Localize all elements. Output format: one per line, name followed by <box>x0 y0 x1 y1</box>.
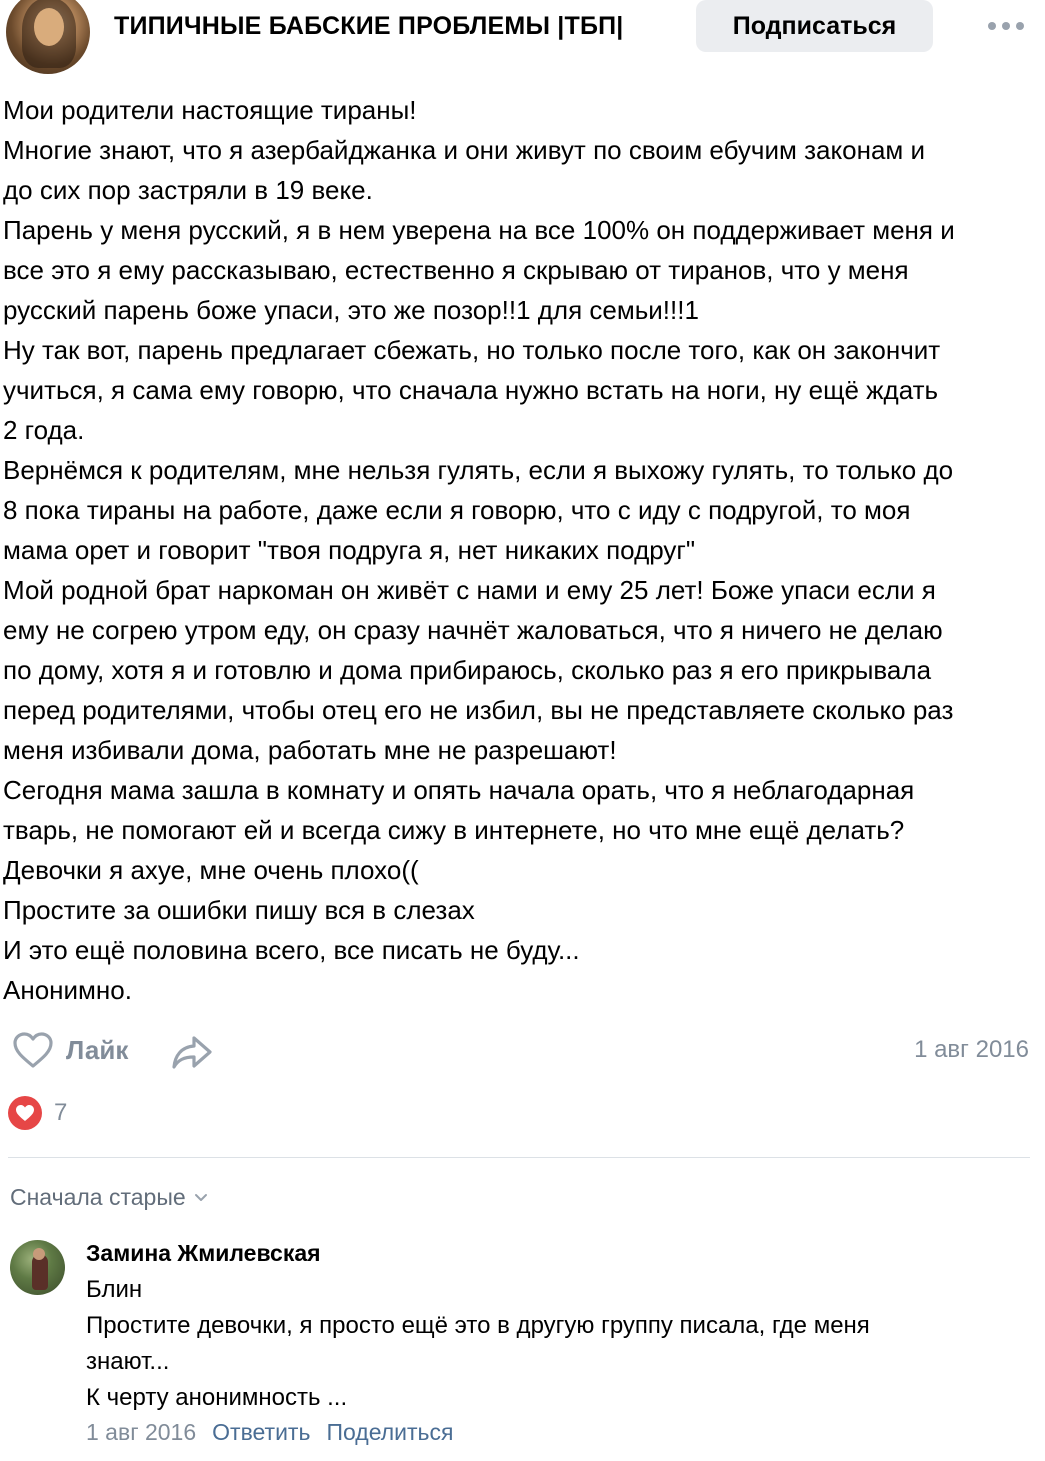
share-link[interactable]: Поделиться <box>326 1419 453 1446</box>
comment-footer: 1 авг 2016 Ответить Поделиться <box>86 1419 453 1446</box>
post-line: до сих пор застряли в 19 веке. <box>3 175 373 205</box>
avatar-head <box>33 1248 45 1260</box>
post-line: Мой родной брат наркоман он живёт с нами… <box>3 575 936 605</box>
comment-line: Блин <box>86 1276 143 1303</box>
heart-filled-icon <box>8 1096 42 1130</box>
post-line: 2 года. <box>3 415 85 445</box>
post-line: Парень у меня русский, я в нем уверена н… <box>3 215 955 245</box>
post-text: Мои родители настоящие тираны! Многие зн… <box>3 90 1043 1010</box>
post-line: мама орет и говорит "твоя подруга я, нет… <box>3 535 696 565</box>
like-button[interactable]: Лайк <box>12 1028 128 1072</box>
post-line: перед родителями, чтобы отец его не изби… <box>3 695 954 725</box>
chevron-down-icon <box>194 1193 207 1201</box>
post-line: Ну так вот, парень предлагает сбежать, н… <box>3 335 941 365</box>
post-line: Мои родители настоящие тираны! <box>3 95 417 125</box>
post-line: Вернёмся к родителям, мне нельзя гулять,… <box>3 455 954 485</box>
group-title[interactable]: ТИПИЧНЫЕ БАБСКИЕ ПРОБЛЕМЫ |ТБП| <box>114 12 623 41</box>
comment-date[interactable]: 1 авг 2016 <box>86 1419 196 1446</box>
post-line: Анонимно. <box>3 975 132 1005</box>
reply-link[interactable]: Ответить <box>212 1419 310 1446</box>
share-arrow-icon <box>172 1036 212 1069</box>
post-line: русский парень боже упаси, это же позор!… <box>3 295 699 325</box>
post-line: меня избивали дома, работать мне не разр… <box>3 735 617 765</box>
post-line: ему не согрею утром еду, он сразу начнёт… <box>3 615 943 645</box>
post-line: тварь, не помогают ей и всегда сижу в ин… <box>3 815 905 845</box>
comment-line: знают... <box>86 1348 170 1375</box>
share-button[interactable] <box>170 1032 214 1072</box>
post-line: Девочки я ахуе, мне очень плохо(( <box>3 855 419 885</box>
divider <box>8 1157 1030 1158</box>
more-dots-icon[interactable] <box>988 16 1024 36</box>
post-line: Сегодня мама зашла в комнату и опять нач… <box>3 775 915 805</box>
post-date[interactable]: 1 авг 2016 <box>914 1036 1029 1064</box>
comment-avatar[interactable] <box>10 1240 65 1295</box>
avatar-face <box>34 8 64 46</box>
comment-line: Простите девочки, я просто ещё это в дру… <box>86 1312 870 1339</box>
heart-outline-icon <box>13 1032 53 1068</box>
post-line: все это я ему рассказываю, естественно я… <box>3 255 909 285</box>
post-line: Простите за ошибки пишу вся в слезах <box>3 895 475 925</box>
post-line: по дому, хотя я и готовлю и дома прибира… <box>3 655 932 685</box>
post-line: 8 пока тираны на работе, даже если я гов… <box>3 495 911 525</box>
sort-label: Сначала старые <box>10 1184 186 1210</box>
subscribe-button[interactable]: Подписаться <box>696 0 933 52</box>
comment-line: К черту анонимность ... <box>86 1384 348 1411</box>
group-avatar[interactable] <box>6 0 90 74</box>
likes-count: 7 <box>54 1099 68 1126</box>
comment-author[interactable]: Замина Жмилевская <box>86 1240 321 1267</box>
comments-sort-dropdown[interactable]: Сначала старые <box>10 1184 208 1211</box>
post-line: Многие знают, что я азербайджанка и они … <box>3 135 926 165</box>
post-line: И это ещё половина всего, все писать не … <box>3 935 580 965</box>
comment-text: Блин Простите девочки, я просто ещё это … <box>86 1272 1026 1416</box>
post-line: учиться, я сама ему говорю, что сначала … <box>3 375 939 405</box>
post-actions: Лайк 1 авг 2016 <box>0 1024 1045 1074</box>
like-label: Лайк <box>66 1034 129 1065</box>
likes-summary[interactable]: 7 <box>8 1096 67 1130</box>
post-header: ТИПИЧНЫЕ БАБСКИЕ ПРОБЛЕМЫ |ТБП| Подписат… <box>0 0 1045 74</box>
